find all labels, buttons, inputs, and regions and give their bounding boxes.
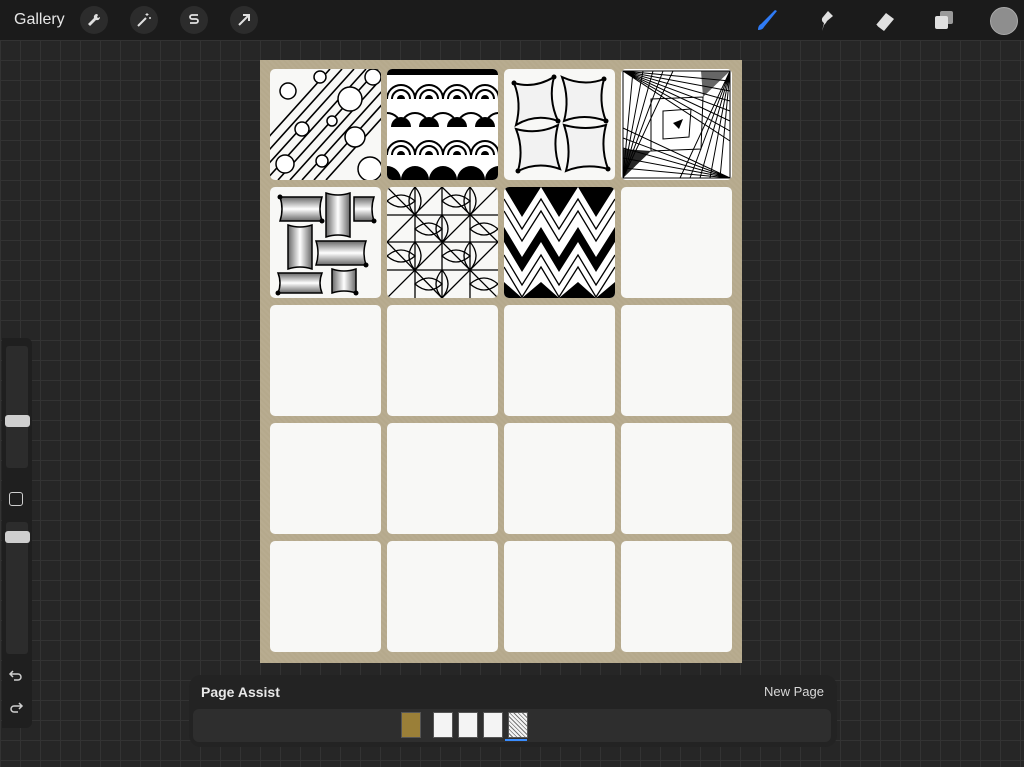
selection-s-icon[interactable] (180, 6, 208, 34)
tile-blank (270, 541, 381, 652)
brush-size-thumb[interactable] (5, 415, 30, 427)
page-thumbnail[interactable] (483, 712, 503, 738)
smudge-icon[interactable] (812, 6, 840, 34)
page-thumbnail-selected[interactable] (508, 712, 528, 738)
tile-weave (270, 187, 381, 298)
tile-spiral-triangles (621, 69, 732, 180)
undo-icon[interactable] (8, 668, 24, 689)
tile-blank (504, 423, 615, 534)
tile-blank (504, 541, 615, 652)
wrench-icon[interactable] (80, 6, 108, 34)
transform-arrow-icon[interactable] (230, 6, 258, 34)
modify-square-icon[interactable] (9, 492, 23, 506)
tile-blank (387, 423, 498, 534)
new-page-button[interactable]: New Page (764, 684, 824, 699)
tile-petal-grid (387, 187, 498, 298)
redo-icon[interactable] (8, 700, 24, 721)
eraser-icon[interactable] (871, 6, 899, 34)
tile-circles-stripes (270, 69, 381, 180)
tile-blank (621, 541, 732, 652)
page-thumbnail[interactable] (458, 712, 478, 738)
page-thumbnail[interactable] (433, 712, 453, 738)
brush-icon[interactable] (753, 6, 781, 34)
tile-zigzag-diamonds (504, 187, 615, 298)
tile-blank (270, 305, 381, 416)
gallery-button[interactable]: Gallery (14, 11, 65, 29)
page-assist-title: Page Assist (201, 684, 280, 700)
tile-scallop-arches (387, 69, 498, 180)
top-toolbar: Gallery (0, 0, 1024, 40)
left-sidebar (2, 338, 32, 728)
layers-icon[interactable] (930, 6, 958, 34)
magic-wand-icon[interactable] (130, 6, 158, 34)
tile-blank (504, 305, 615, 416)
page-thumbnail[interactable] (401, 712, 421, 738)
tile-blank (387, 541, 498, 652)
page-assist-panel: Page Assist New Page (189, 675, 837, 747)
brush-size-slider[interactable] (6, 346, 28, 468)
page-thumbnail-strip (193, 709, 831, 742)
selected-page-indicator (505, 739, 527, 741)
tile-blank (387, 305, 498, 416)
tile-blank (621, 305, 732, 416)
tile-blank (270, 423, 381, 534)
tile-square-pillows (504, 69, 615, 180)
tile-blank (621, 187, 732, 298)
tile-blank (621, 423, 732, 534)
opacity-thumb[interactable] (5, 531, 30, 543)
canvas[interactable] (260, 60, 742, 663)
color-swatch[interactable] (990, 7, 1018, 35)
